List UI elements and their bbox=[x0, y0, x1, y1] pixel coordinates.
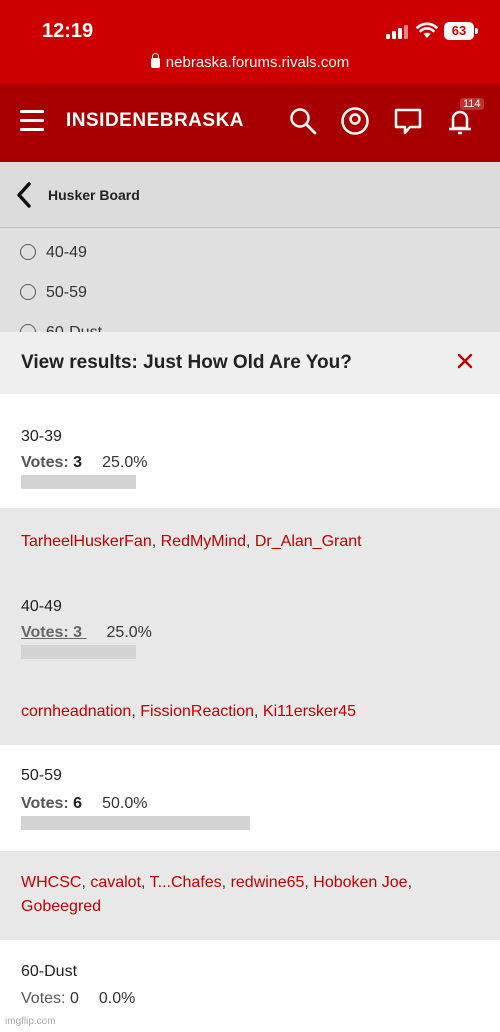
result-votes[interactable]: Votes: 3 25.0% bbox=[21, 624, 152, 642]
result-range: 50-59 bbox=[21, 767, 62, 784]
back-chevron-icon[interactable] bbox=[14, 182, 34, 208]
result-bar bbox=[21, 816, 250, 830]
poll-option[interactable]: 60-Dust bbox=[20, 324, 102, 332]
modal-header: View results: Just How Old Are You? bbox=[0, 332, 500, 394]
voter-link[interactable]: redwine65 bbox=[231, 874, 305, 891]
voter-link[interactable]: cavalot bbox=[90, 874, 141, 891]
breadcrumb: Husker Board bbox=[0, 162, 500, 228]
cellular-signal-icon bbox=[386, 25, 408, 39]
voter-link[interactable]: Ki11ersker45 bbox=[263, 703, 356, 720]
result-60-dust: 60-Dust Votes: 0 0.0% bbox=[0, 940, 500, 1032]
result-50-59: 50-59 Votes: 6 50.0% bbox=[0, 745, 500, 851]
radio-icon[interactable] bbox=[20, 324, 36, 332]
menu-icon[interactable] bbox=[20, 110, 44, 132]
result-range: 60-Dust bbox=[21, 963, 78, 980]
lock-icon bbox=[150, 53, 160, 68]
poll-options: 40-49 50-59 60-Dust bbox=[0, 228, 500, 332]
url-text: nebraska.forums.rivals.com bbox=[165, 54, 350, 71]
result-range: 30-39 bbox=[21, 428, 62, 445]
result-40-49: 40-49 Votes: 3 25.0% bbox=[0, 574, 500, 680]
clock: 12:19 bbox=[42, 20, 94, 42]
status-bar: 12:19 63 nebraska.forums.rivals.com bbox=[0, 0, 500, 84]
breadcrumb-title[interactable]: Husker Board bbox=[48, 187, 140, 203]
voter-link[interactable]: T...Chafes bbox=[150, 874, 222, 891]
voters-list: WHCSC, cavalot, T...Chafes, redwine65, H… bbox=[21, 874, 413, 915]
watermark: imgflip.com bbox=[5, 1016, 56, 1027]
result-voters: WHCSC, cavalot, T...Chafes, redwine65, H… bbox=[0, 851, 500, 940]
voter-link[interactable]: WHCSC bbox=[21, 874, 81, 891]
search-icon[interactable] bbox=[288, 106, 318, 136]
close-icon[interactable] bbox=[456, 352, 474, 370]
voter-link[interactable]: cornheadnation bbox=[21, 703, 131, 720]
result-30-39: 30-39 Votes: 3 25.0% bbox=[0, 394, 500, 508]
result-voters: cornheadnation, FissionReaction, Ki11ers… bbox=[0, 680, 500, 745]
voter-link[interactable]: RedMyMind bbox=[161, 533, 246, 550]
wifi-icon bbox=[416, 22, 438, 38]
battery-icon: 63 bbox=[444, 22, 478, 40]
result-range: 40-49 bbox=[21, 598, 62, 615]
voters-list: cornheadnation, FissionReaction, Ki11ers… bbox=[21, 703, 357, 720]
voter-link[interactable]: Hoboken Joe bbox=[313, 874, 407, 891]
voters-list: TarheelHuskerFan, RedMyMind, Dr_Alan_Gra… bbox=[21, 533, 362, 550]
radio-icon[interactable] bbox=[20, 284, 36, 300]
radio-icon[interactable] bbox=[20, 244, 36, 260]
result-voters: TarheelHuskerFan, RedMyMind, Dr_Alan_Gra… bbox=[0, 508, 500, 574]
alerts-icon[interactable] bbox=[445, 106, 475, 136]
result-bar bbox=[21, 475, 136, 489]
voter-link[interactable]: TarheelHuskerFan bbox=[21, 533, 152, 550]
result-votes: Votes: 6 50.0% bbox=[21, 795, 148, 812]
messages-icon[interactable] bbox=[393, 106, 423, 136]
url-bar[interactable]: nebraska.forums.rivals.com bbox=[0, 53, 500, 71]
result-votes: Votes: 0 0.0% bbox=[21, 990, 136, 1007]
voter-link[interactable]: FissionReaction bbox=[140, 703, 254, 720]
voter-link[interactable]: Dr_Alan_Grant bbox=[255, 533, 362, 550]
result-bar bbox=[21, 645, 136, 659]
alerts-badge: 114 bbox=[460, 98, 484, 110]
site-header: INSIDENEBRASKA 114 bbox=[0, 84, 500, 162]
site-logo[interactable]: INSIDENEBRASKA bbox=[66, 110, 244, 132]
account-icon[interactable] bbox=[340, 106, 370, 136]
modal-title: View results: Just How Old Are You? bbox=[21, 352, 352, 373]
voter-link[interactable]: Gobeegred bbox=[21, 898, 101, 915]
poll-option[interactable]: 50-59 bbox=[20, 284, 87, 306]
result-votes: Votes: 3 25.0% bbox=[21, 454, 148, 471]
poll-option[interactable]: 40-49 bbox=[20, 244, 87, 266]
